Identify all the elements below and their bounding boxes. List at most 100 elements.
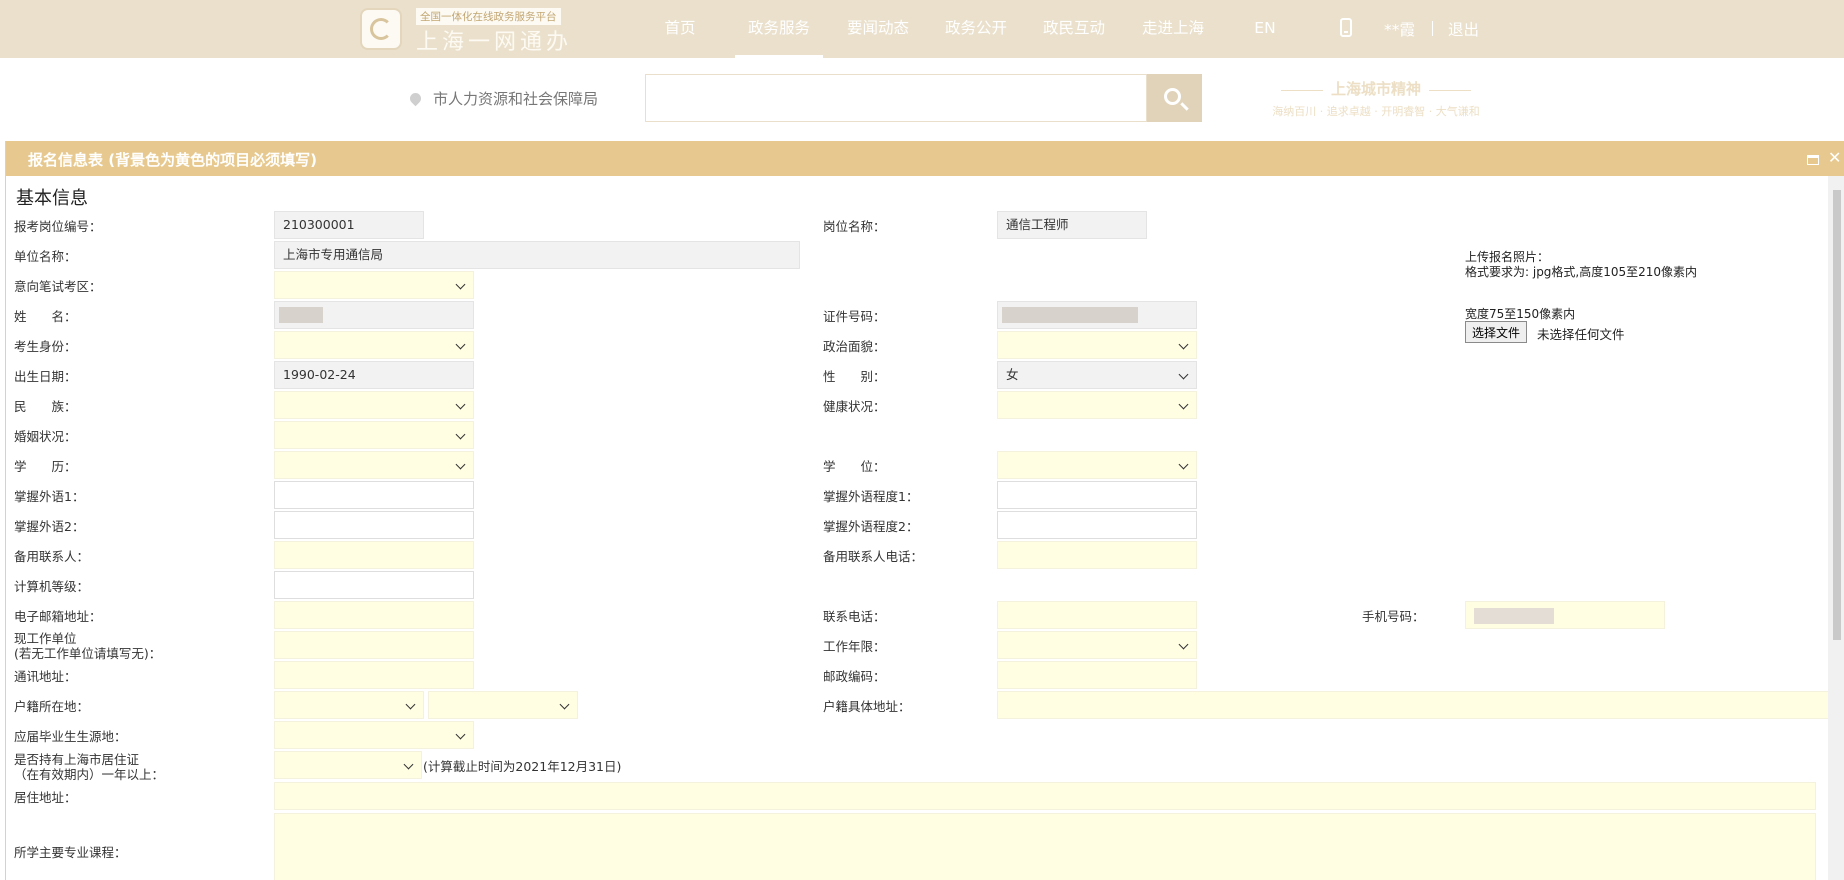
dialog-header: 报名信息表 (背景色为黄色的项目必须填写) ✕ (6, 141, 1844, 176)
identity-select[interactable] (274, 331, 474, 359)
contact-phone-label: 联系电话： (823, 609, 886, 624)
nav-government-affairs[interactable]: 政务公开 (928, 0, 1024, 58)
language-level-1-label: 掌握外语程度1： (823, 489, 919, 504)
location-pin-icon (407, 90, 424, 107)
logo-emblem-icon (360, 8, 402, 50)
marital-status-select[interactable] (274, 421, 474, 449)
no-file-selected-text: 未选择任何文件 (1537, 327, 1625, 342)
registration-form: 基本信息 报考岗位编号： 210300001 岗位名称： 通信工程师 单位名称：… (6, 176, 1828, 880)
work-years-select[interactable] (997, 631, 1197, 659)
political-status-label: 政治面貌： (823, 339, 886, 354)
degree-select[interactable] (997, 451, 1197, 479)
mobile-input[interactable] (1465, 601, 1665, 629)
unit-name-label: 单位名称： (14, 249, 77, 264)
courses-label: 所学主要专业课程： (14, 845, 127, 860)
health-label: 健康状况： (823, 399, 886, 414)
foreign-language-1-input[interactable] (274, 481, 474, 509)
job-code-field: 210300001 (274, 211, 424, 239)
nav-about-shanghai[interactable]: 走进上海 (1125, 0, 1221, 58)
search-input[interactable] (645, 74, 1147, 122)
gender-select[interactable]: 女 (997, 361, 1197, 389)
foreign-language-2-input[interactable] (274, 511, 474, 539)
section-title: 基本信息 (16, 188, 88, 209)
id-number-label: 证件号码： (823, 309, 886, 324)
backup-contact-phone-label: 备用联系人电话： (823, 549, 924, 564)
department-location[interactable]: 市人力资源和社会保障局 (407, 88, 599, 109)
language-level-2-input[interactable] (997, 511, 1197, 539)
ethnicity-label: 民 族： (14, 399, 77, 414)
exam-area-select[interactable] (274, 271, 474, 299)
name-label: 姓 名： (14, 309, 77, 324)
language-level-1-input[interactable] (997, 481, 1197, 509)
close-icon[interactable]: ✕ (1828, 149, 1841, 167)
education-label: 学 历： (14, 459, 77, 474)
employer-label-line2: (若无工作单位请填写无)： (14, 646, 162, 661)
nav-english[interactable]: EN (1235, 0, 1295, 58)
deadline-note: (计算截止时间为2021年12月31日) (423, 759, 622, 774)
department-name: 市人力资源和社会保障局 (433, 90, 599, 108)
city-spirit-subtitle: 海纳百川 · 追求卓越 · 开明睿智 · 大气谦和 (1272, 105, 1480, 118)
nav-government-services[interactable]: 政务服务 (731, 0, 827, 58)
photo-width-requirement: 宽度75至150像素内 (1465, 307, 1576, 321)
degree-label: 学 位： (823, 459, 886, 474)
foreign-language-2-label: 掌握外语2： (14, 519, 85, 534)
postal-code-input[interactable] (997, 661, 1197, 689)
job-code-label: 报考岗位编号： (14, 219, 102, 234)
registration-dialog: 报名信息表 (背景色为黄色的项目必须填写) ✕ 基本信息 报考岗位编号： 210… (5, 141, 1844, 880)
mailing-address-input[interactable] (274, 661, 474, 689)
top-navigation-bar: 全国一体化在线政务服务平台 上海一网通办 首页 政务服务 要闻动态 政务公开 政… (0, 0, 1844, 58)
maximize-icon[interactable] (1807, 155, 1819, 165)
health-select[interactable] (997, 391, 1197, 419)
exam-area-label: 意向笔试考区： (14, 279, 102, 294)
education-select[interactable] (274, 451, 474, 479)
redacted-mobile (1474, 608, 1554, 624)
courses-textarea[interactable] (274, 813, 1816, 880)
residence-permit-select[interactable] (274, 751, 422, 779)
hukou-label: 户籍所在地： (14, 699, 90, 714)
email-label: 电子邮箱地址： (14, 609, 102, 624)
main-nav: 首页 政务服务 要闻动态 政务公开 政民互动 走进上海 EN (648, 0, 1295, 58)
city-spirit-title: 上海城市精神 (1256, 78, 1496, 99)
birth-date-field: 1990-02-24 (274, 361, 474, 389)
employer-label-line1: 现工作单位 (14, 631, 77, 646)
logout-link[interactable]: 退出 (1448, 18, 1479, 40)
residence-address-input[interactable] (274, 782, 1816, 810)
nav-home[interactable]: 首页 (648, 0, 712, 58)
political-status-select[interactable] (997, 331, 1197, 359)
logo-tagline: 全国一体化在线政务服务平台 (416, 8, 561, 25)
hukou-province-select[interactable] (274, 691, 424, 719)
choose-file-button[interactable]: 选择文件 (1465, 321, 1528, 343)
ethnicity-select[interactable] (274, 391, 474, 419)
hukou-city-select[interactable] (428, 691, 578, 719)
search-icon (1164, 88, 1181, 105)
contact-phone-input[interactable] (997, 601, 1197, 629)
employer-input[interactable] (274, 631, 474, 659)
redacted-id-number (1002, 307, 1138, 323)
computer-level-input[interactable] (274, 571, 474, 599)
backup-contact-label: 备用联系人： (14, 549, 90, 564)
identity-label: 考生身份： (14, 339, 77, 354)
job-name-field: 通信工程师 (997, 211, 1147, 239)
residence-address-label: 居住地址： (14, 790, 77, 805)
nav-divider (1432, 21, 1433, 36)
search-button[interactable] (1147, 74, 1202, 122)
form-scrollbar[interactable] (1828, 176, 1844, 880)
graduate-origin-select[interactable] (274, 721, 474, 749)
mobile-phone-icon[interactable] (1340, 18, 1352, 37)
user-name[interactable]: **霞 (1384, 18, 1415, 40)
site-logo[interactable]: 全国一体化在线政务服务平台 上海一网通办 (360, 6, 590, 55)
photo-format-requirement: 格式要求为: jpg格式,高度105至210像素内 (1465, 265, 1698, 279)
redacted-name (279, 307, 323, 323)
nav-interaction[interactable]: 政民互动 (1026, 0, 1122, 58)
hukou-address-input[interactable] (997, 691, 1828, 719)
backup-contact-phone-input[interactable] (997, 541, 1197, 569)
scrollbar-thumb[interactable] (1833, 190, 1841, 640)
nav-news[interactable]: 要闻动态 (830, 0, 926, 58)
residence-permit-label-line1: 是否持有上海市居住证 (14, 752, 140, 767)
job-name-label: 岗位名称： (823, 219, 886, 234)
backup-contact-input[interactable] (274, 541, 474, 569)
photo-upload-instructions: 上传报名照片： 格式要求为: jpg格式,高度105至210像素内 (1465, 250, 1697, 280)
postal-code-label: 邮政编码： (823, 669, 886, 684)
email-input[interactable] (274, 601, 474, 629)
gender-label: 性 别： (823, 369, 886, 384)
